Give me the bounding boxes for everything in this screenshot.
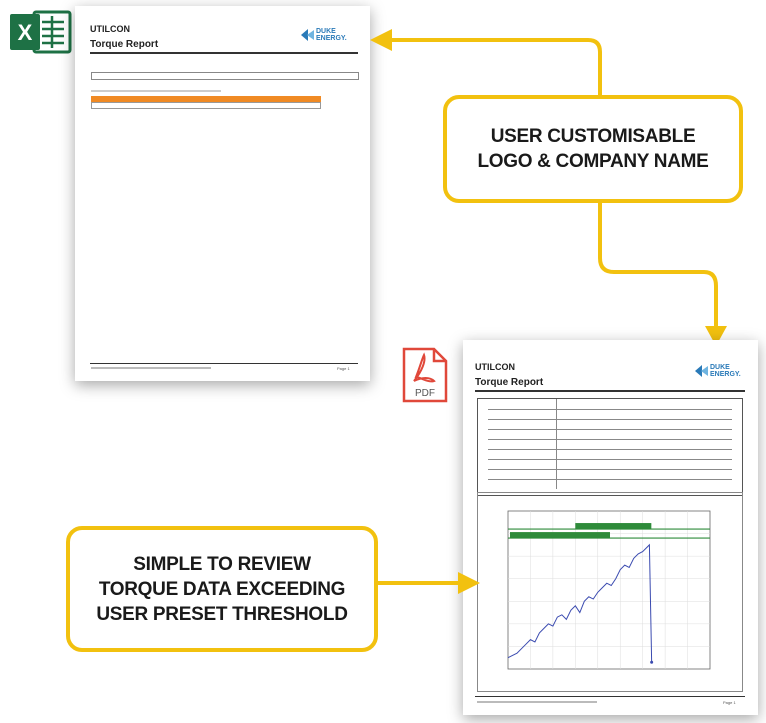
title-rule	[475, 390, 745, 392]
page-number: Page 1	[337, 366, 350, 371]
callout-arrow-torque	[372, 572, 480, 594]
callout-logo: USER CUSTOMISABLE LOGO & COMPANY NAME	[443, 95, 743, 203]
callout-torque-line-2: TORQUE DATA EXCEEDING	[98, 578, 346, 600]
torque-chart	[507, 510, 711, 670]
page-number: Page 1	[723, 700, 736, 705]
callout-torque-line-3: USER PRESET THRESHOLD	[96, 603, 348, 625]
logo-text: DUKE ENERGY.	[316, 28, 347, 42]
logo-mark-icon	[695, 364, 709, 377]
callout-torque-line-1: SIMPLE TO REVIEW	[133, 553, 311, 575]
report-title: Torque Report	[475, 377, 544, 388]
footer-note	[91, 367, 211, 369]
callout-logo-line-1: USER CUSTOMISABLE	[490, 126, 696, 147]
table-row	[91, 102, 321, 109]
footer-rule	[475, 696, 745, 697]
logo-text: DUKE ENERGY.	[710, 364, 741, 378]
title-rule	[90, 52, 358, 54]
job-box	[91, 72, 359, 80]
report-company: UTILCON	[90, 24, 130, 34]
report-company: UTILCON	[475, 362, 515, 372]
callout-arrow-pdf-logo	[598, 202, 727, 346]
callout-torque: SIMPLE TO REVIEW TORQUE DATA EXCEEDING U…	[66, 526, 378, 652]
info-table	[477, 398, 743, 496]
threshold-label	[510, 532, 610, 539]
torque-chart-frame	[477, 492, 743, 692]
pdf-icon-label: PDF	[415, 388, 435, 399]
footer-note	[477, 701, 597, 703]
callout-logo-line-2: LOGO & COMPANY NAME	[477, 151, 709, 172]
description-line	[91, 90, 221, 92]
excel-icon-letter: X	[18, 20, 33, 45]
threshold-label	[575, 523, 652, 530]
report-page-pdf: UTILCON Torque Report DUKE ENERGY. Page 1	[463, 340, 758, 715]
pdf-icon: PDF	[402, 347, 448, 403]
callout-arrow-logo	[370, 29, 602, 96]
torque-series-point	[650, 660, 654, 664]
logo-mark-icon	[301, 28, 315, 41]
excel-icon: X	[10, 10, 72, 54]
report-title: Torque Report	[90, 39, 159, 50]
footer-rule	[90, 363, 358, 364]
report-page-excel: UTILCON Torque Report DUKE ENERGY. Page 1	[75, 6, 370, 381]
